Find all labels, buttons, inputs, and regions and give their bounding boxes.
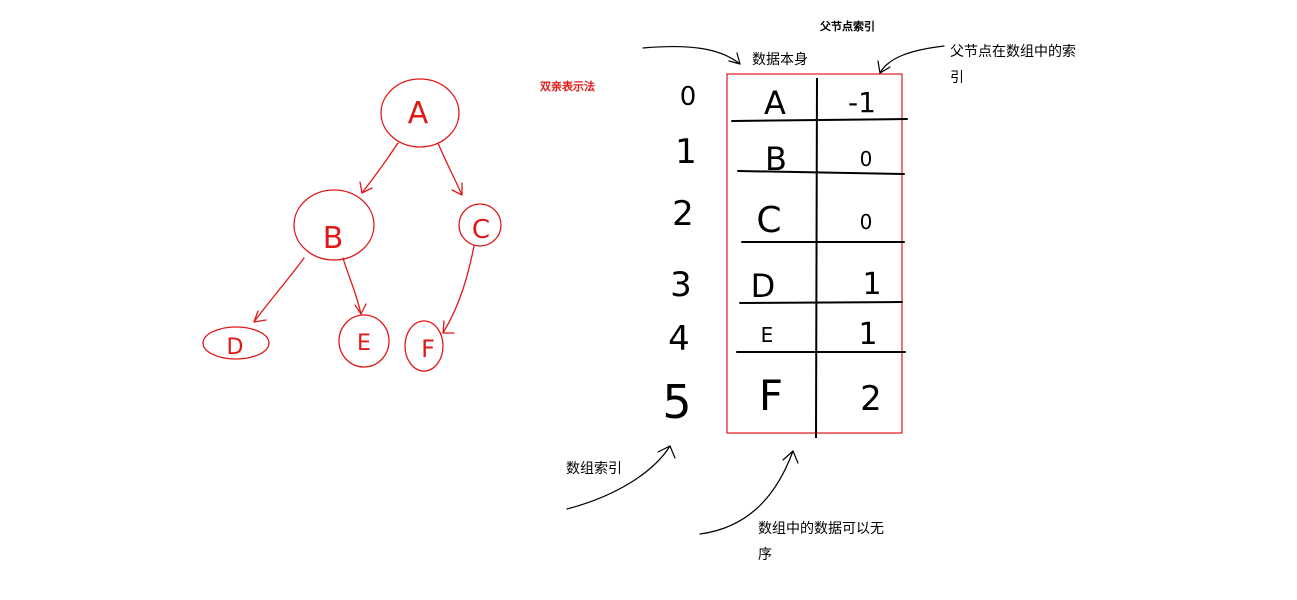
parent-cell: 1 [858,317,877,352]
tree-node-label: F [421,335,435,363]
parent-cell: -1 [848,86,876,119]
tree-node-label: B [323,221,344,256]
tree-node-label: C [472,215,490,245]
tree-node-label: A [408,96,429,131]
arrow-data-itself [642,45,741,65]
array-index-cell: 4 [668,319,690,359]
arrow-parent-in-array [879,45,945,74]
note-unordered: 数组中的数据可以无 [758,521,884,537]
parent-cell: 2 [860,379,882,419]
tree-edge-b-d [253,257,305,323]
header-parent-index: 父节点索引 [819,19,875,33]
note-parent-in-array: 父节点在数组中的索 [950,43,1076,60]
array-index-cell: 5 [662,375,691,429]
data-cell: B [765,140,787,178]
tree-edge-a-b [359,142,399,194]
data-cell: D [751,267,776,305]
table-row-divider [737,170,905,175]
note-parent-in-array-cont: 引 [950,70,964,86]
array-index-cell: 2 [672,194,694,234]
tree-node-label: D [227,335,244,360]
note-array-index: 数组索引 [566,460,622,477]
data-cell: F [759,371,783,420]
note-data-itself: 数据本身 [752,52,808,68]
table-column-divider [815,77,818,439]
tree-edge-b-e [342,257,367,315]
tree-edge-a-c [437,142,463,196]
tree-edge-c-f [442,245,475,334]
parent-cell: 1 [862,267,881,302]
array-index-cell: 3 [670,265,692,305]
array-index-cell: 1 [675,132,697,172]
parent-array-table: 0 1 2 3 4 5 A B C D E F -1 0 0 1 1 2 [662,73,908,439]
tree-diagram [202,78,502,372]
array-index-cell: 0 [680,82,697,112]
parent-cell: 0 [860,210,873,234]
note-unordered-cont: 序 [758,547,772,563]
data-cell: A [764,84,786,122]
arrow-array-index [566,445,671,510]
diagram-canvas: A B C D E F 双亲表示法 0 1 2 3 4 5 A B C D E … [202,19,1076,563]
parent-cell: 0 [860,147,873,171]
data-cell: C [756,200,781,241]
method-title: 双亲表示法 [540,79,595,93]
data-cell: E [761,323,774,347]
tree-node-label: E [357,331,371,356]
table-row-divider [731,118,908,122]
